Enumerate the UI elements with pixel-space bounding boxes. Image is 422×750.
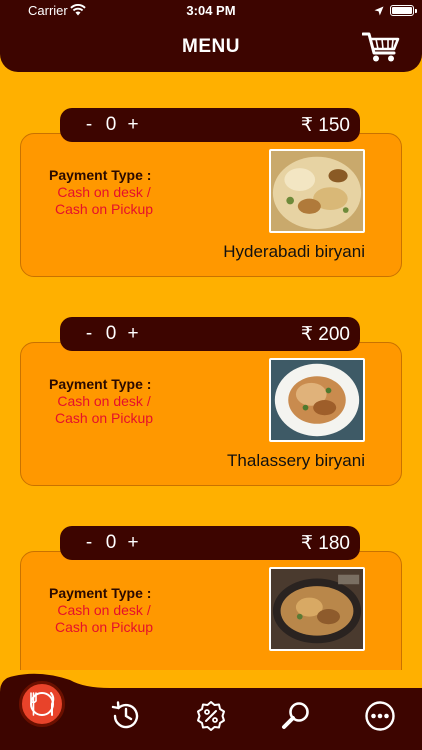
- page-title: MENU: [182, 36, 240, 57]
- quantity-stepper: - 0 +: [78, 532, 144, 554]
- increase-button[interactable]: +: [122, 114, 144, 136]
- quantity-price-bar: - 0 + ₹ 180: [60, 526, 360, 560]
- increase-button[interactable]: +: [122, 532, 144, 554]
- restaurant-icon: [30, 692, 55, 716]
- dish-card[interactable]: Payment Type : Cash on desk / Cash on Pi…: [20, 133, 402, 277]
- quantity-stepper: - 0 +: [78, 114, 144, 136]
- dish-photo: [269, 149, 365, 233]
- discount-icon[interactable]: [195, 700, 227, 732]
- dish-price: ₹ 180: [300, 533, 350, 554]
- quantity-value: 0: [105, 532, 117, 553]
- increase-button[interactable]: +: [122, 323, 144, 345]
- battery-icon: [390, 5, 417, 16]
- payment-line: Cash on desk /: [57, 393, 151, 409]
- list-item: Payment Type : Cash on desk / Cash on Pi…: [20, 526, 402, 670]
- cart-icon[interactable]: [362, 31, 400, 63]
- status-time: 3:04 PM: [186, 3, 236, 18]
- quantity-price-bar: - 0 + ₹ 150: [60, 108, 360, 142]
- quantity-stepper: - 0 +: [78, 323, 144, 345]
- dish-name: Thalassery biryani: [227, 451, 365, 470]
- payment-type-value: Cash on desk / Cash on Pickup: [55, 602, 153, 636]
- payment-line: Cash on Pickup: [55, 410, 154, 426]
- dish-price: ₹ 150: [300, 115, 350, 136]
- dish-name: Hyderabadi biryani: [223, 242, 365, 261]
- dish-price: ₹ 200: [300, 324, 350, 345]
- menu-list[interactable]: Payment Type : Cash on desk / Cash on Pi…: [0, 72, 422, 670]
- list-item: Payment Type : Cash on desk / Cash on Pi…: [20, 317, 402, 495]
- payment-line: Cash on desk /: [57, 184, 151, 200]
- status-bar: Carrier 3:04 PM: [0, 0, 422, 22]
- payment-type-label: Payment Type :: [49, 585, 152, 601]
- dish-photo: [269, 567, 365, 651]
- history-icon[interactable]: [110, 700, 142, 732]
- decrease-button[interactable]: -: [78, 323, 100, 345]
- quantity-value: 0: [105, 114, 117, 135]
- more-icon[interactable]: [364, 700, 396, 732]
- quantity-price-bar: - 0 + ₹ 200: [60, 317, 360, 351]
- location-icon: [374, 6, 384, 16]
- dish-card[interactable]: Payment Type : Cash on desk / Cash on Pi…: [20, 551, 402, 670]
- payment-type-value: Cash on desk / Cash on Pickup: [55, 393, 153, 427]
- payment-type-label: Payment Type :: [49, 376, 152, 392]
- dish-card[interactable]: Payment Type : Cash on desk / Cash on Pi…: [20, 342, 402, 486]
- decrease-button[interactable]: -: [78, 532, 100, 554]
- tab-menu[interactable]: [19, 681, 65, 727]
- dish-photo: [269, 358, 365, 442]
- quantity-value: 0: [105, 323, 117, 344]
- tab-bar: [0, 670, 422, 750]
- payment-line: Cash on Pickup: [55, 619, 154, 635]
- payment-type-label: Payment Type :: [49, 167, 152, 183]
- search-icon[interactable]: [280, 700, 312, 732]
- payment-line: Cash on desk /: [57, 602, 151, 618]
- decrease-button[interactable]: -: [78, 114, 100, 136]
- payment-line: Cash on Pickup: [55, 201, 154, 217]
- navigation-bar: MENU: [0, 22, 422, 72]
- payment-type-value: Cash on desk / Cash on Pickup: [55, 184, 153, 218]
- list-item: Payment Type : Cash on desk / Cash on Pi…: [20, 108, 402, 286]
